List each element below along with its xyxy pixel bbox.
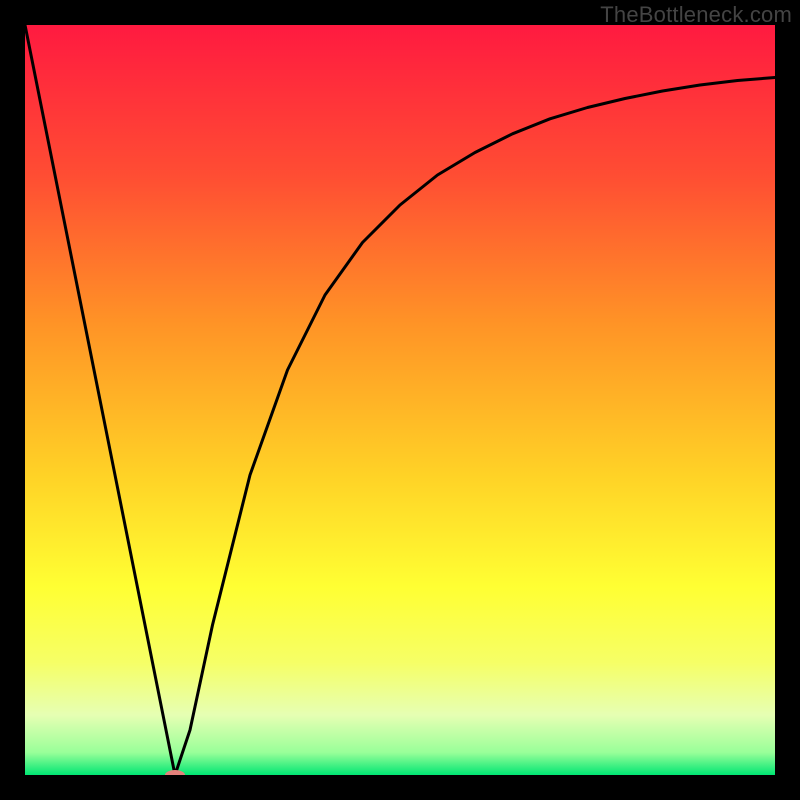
gradient-background (25, 25, 775, 775)
chart-frame: TheBottleneck.com (0, 0, 800, 800)
watermark-text: TheBottleneck.com (600, 2, 792, 28)
chart-svg (25, 25, 775, 775)
plot-area (25, 25, 775, 775)
